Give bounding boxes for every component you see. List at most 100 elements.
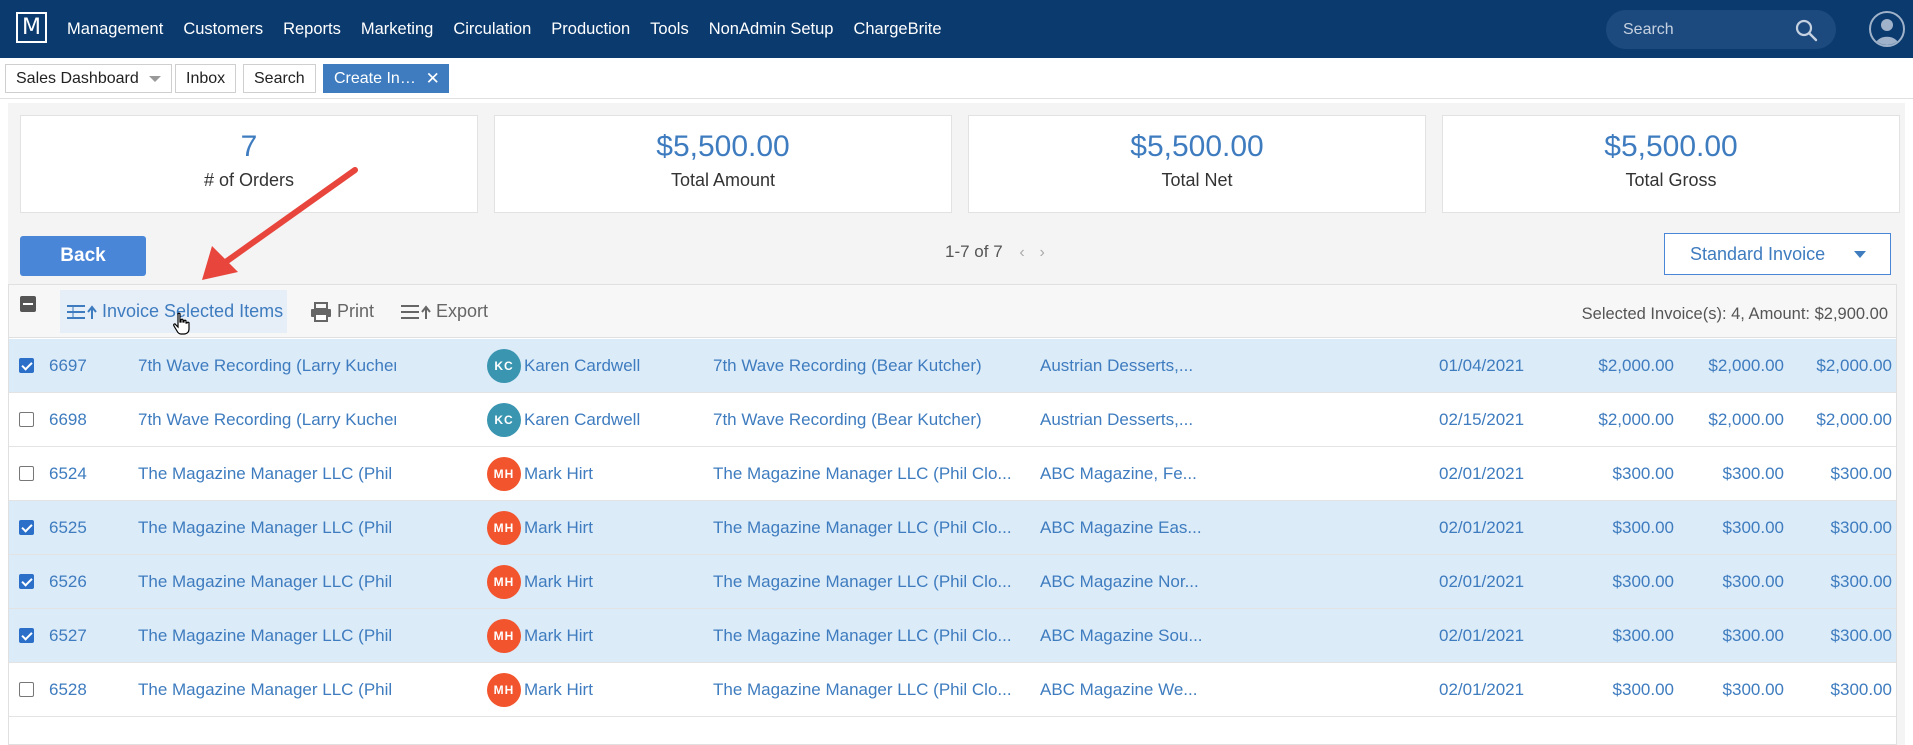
table-row[interactable]: MH6526The Magazine Manager LLC (Phil Clo… [9, 555, 1896, 609]
bill-to-link[interactable]: The Magazine Manager LLC (Phil Clo... [713, 663, 1033, 716]
table-row[interactable]: MH6527The Magazine Manager LLC (Phil Clo… [9, 609, 1896, 663]
table-row[interactable]: MH6524The Magazine Manager LLC (Phil Clo… [9, 447, 1896, 501]
product-link[interactable]: ABC Magazine Nor... [1040, 555, 1210, 608]
search-icon[interactable] [1794, 18, 1818, 42]
invoice-date[interactable]: 02/15/2021 [1439, 393, 1529, 446]
advertiser-link[interactable]: The Magazine Manager LLC (Phil Clo... [138, 447, 396, 500]
table-row[interactable]: MH6528The Magazine Manager LLC (Phil Clo… [9, 663, 1896, 717]
menu-circulation[interactable]: Circulation [453, 20, 531, 39]
invoice-date[interactable]: 02/01/2021 [1439, 555, 1529, 608]
prev-page-icon[interactable]: ‹ [1019, 244, 1024, 261]
amount-value[interactable]: $2,000.00 [1574, 393, 1674, 446]
table-row[interactable]: KC 6697 7th Wave Recording (Larry Kucher) K… [9, 339, 1896, 393]
net-value[interactable]: $300.00 [1684, 555, 1784, 608]
order-id[interactable]: 6525 [49, 501, 129, 554]
gross-value[interactable]: $300.00 [1792, 555, 1892, 608]
gross-value[interactable]: $300.00 [1792, 447, 1892, 500]
sales-rep-name[interactable]: Mark Hirt [524, 447, 674, 500]
tab-create-invoice[interactable]: Create In… ✕ [323, 64, 449, 93]
table-row[interactable]: MH6525The Magazine Manager LLC (Phil Clo… [9, 501, 1896, 555]
menu-nonadmin-setup[interactable]: NonAdmin Setup [709, 20, 834, 39]
order-id[interactable]: 6698 [49, 393, 129, 446]
menu-customers[interactable]: Customers [183, 20, 263, 39]
product-link[interactable]: Austrian Desserts,... [1040, 393, 1210, 446]
invoice-date[interactable]: 02/01/2021 [1439, 609, 1529, 662]
menu-management[interactable]: Management [67, 20, 163, 39]
amount-value[interactable]: $2,000.00 [1574, 339, 1674, 392]
row-checkbox[interactable] [19, 574, 34, 589]
chevron-down-icon[interactable] [148, 75, 161, 82]
menu-production[interactable]: Production [551, 20, 630, 39]
net-value[interactable]: $300.00 [1684, 501, 1784, 554]
product-link[interactable]: ABC Magazine, Fe... [1040, 447, 1210, 500]
row-checkbox[interactable] [19, 358, 34, 373]
product-link[interactable]: ABC Magazine We... [1040, 663, 1210, 716]
gross-value[interactable]: $300.00 [1792, 663, 1892, 716]
amount-value[interactable]: $300.00 [1574, 447, 1674, 500]
bill-to-link[interactable]: The Magazine Manager LLC (Phil Clo... [713, 447, 1033, 500]
invoice-type-dropdown[interactable]: Standard Invoice [1664, 233, 1891, 275]
sales-rep-name[interactable]: Karen Cardwell [524, 393, 674, 446]
advertiser-link[interactable]: The Magazine Manager LLC (Phil Clo... [138, 663, 396, 716]
search-input[interactable] [1623, 20, 1783, 39]
product-link[interactable]: Austrian Desserts,... [1040, 339, 1210, 392]
advertiser-link[interactable]: The Magazine Manager LLC (Phil Clo... [138, 609, 396, 662]
invoice-date[interactable]: 02/01/2021 [1439, 447, 1529, 500]
gross-value[interactable]: $300.00 [1792, 609, 1892, 662]
net-value[interactable]: $300.00 [1684, 663, 1784, 716]
bill-to-link[interactable]: 7th Wave Recording (Bear Kutcher) [713, 339, 1033, 392]
menu-tools[interactable]: Tools [650, 20, 689, 39]
sales-rep-name[interactable]: Mark Hirt [524, 609, 674, 662]
amount-value[interactable]: $300.00 [1574, 555, 1674, 608]
order-id[interactable]: 6528 [49, 663, 129, 716]
amount-value[interactable]: $300.00 [1574, 501, 1674, 554]
select-all-checkbox[interactable] [20, 296, 36, 312]
export-button[interactable]: Export [399, 290, 488, 333]
amount-value[interactable]: $300.00 [1574, 663, 1674, 716]
menu-chargebrite[interactable]: ChargeBrite [853, 20, 941, 39]
menu-reports[interactable]: Reports [283, 20, 341, 39]
row-checkbox[interactable] [19, 412, 34, 427]
tab-sales-dashboard[interactable]: Sales Dashboard [5, 64, 172, 93]
sales-rep-name[interactable]: Mark Hirt [524, 663, 674, 716]
order-id[interactable]: 6524 [49, 447, 129, 500]
gross-value[interactable]: $2,000.00 [1792, 393, 1892, 446]
amount-value[interactable]: $300.00 [1574, 609, 1674, 662]
advertiser-link[interactable]: 7th Wave Recording (Larry Kucher) [138, 393, 396, 446]
advertiser-link[interactable]: 7th Wave Recording (Larry Kucher) [138, 339, 396, 392]
close-icon[interactable]: ✕ [426, 65, 440, 92]
row-checkbox[interactable] [19, 628, 34, 643]
order-id[interactable]: 6526 [49, 555, 129, 608]
gross-value[interactable]: $2,000.00 [1792, 339, 1892, 392]
print-button[interactable]: Print [308, 290, 374, 333]
menu-marketing[interactable]: Marketing [361, 20, 433, 39]
row-checkbox[interactable] [19, 520, 34, 535]
sales-rep-name[interactable]: Mark Hirt [524, 501, 674, 554]
tab-inbox[interactable]: Inbox [175, 64, 237, 93]
invoice-date[interactable]: 02/01/2021 [1439, 501, 1529, 554]
product-link[interactable]: ABC Magazine Eas... [1040, 501, 1210, 554]
back-button[interactable]: Back [20, 236, 146, 276]
invoice-date[interactable]: 01/04/2021 [1439, 339, 1529, 392]
order-id[interactable]: 6527 [49, 609, 129, 662]
sales-rep-name[interactable]: Karen Cardwell [524, 339, 674, 392]
row-checkbox[interactable] [19, 682, 34, 697]
sales-rep-name[interactable]: Mark Hirt [524, 555, 674, 608]
tab-search[interactable]: Search [243, 64, 316, 93]
net-value[interactable]: $2,000.00 [1684, 393, 1784, 446]
advertiser-link[interactable]: The Magazine Manager LLC (Phil Clo... [138, 501, 396, 554]
product-link[interactable]: ABC Magazine Sou... [1040, 609, 1210, 662]
net-value[interactable]: $2,000.00 [1684, 339, 1784, 392]
table-row[interactable]: KC 6698 7th Wave Recording (Larry Kucher) K… [9, 393, 1896, 447]
order-id[interactable]: 6697 [49, 339, 129, 392]
net-value[interactable]: $300.00 [1684, 609, 1784, 662]
app-logo[interactable]: M [16, 12, 47, 43]
next-page-icon[interactable]: › [1039, 244, 1044, 261]
net-value[interactable]: $300.00 [1684, 447, 1784, 500]
bill-to-link[interactable]: The Magazine Manager LLC (Phil Clo... [713, 609, 1033, 662]
invoice-date[interactable]: 02/01/2021 [1439, 663, 1529, 716]
bill-to-link[interactable]: 7th Wave Recording (Bear Kutcher) [713, 393, 1033, 446]
row-checkbox[interactable] [19, 466, 34, 481]
gross-value[interactable]: $300.00 [1792, 501, 1892, 554]
advertiser-link[interactable]: The Magazine Manager LLC (Phil Clo... [138, 555, 396, 608]
